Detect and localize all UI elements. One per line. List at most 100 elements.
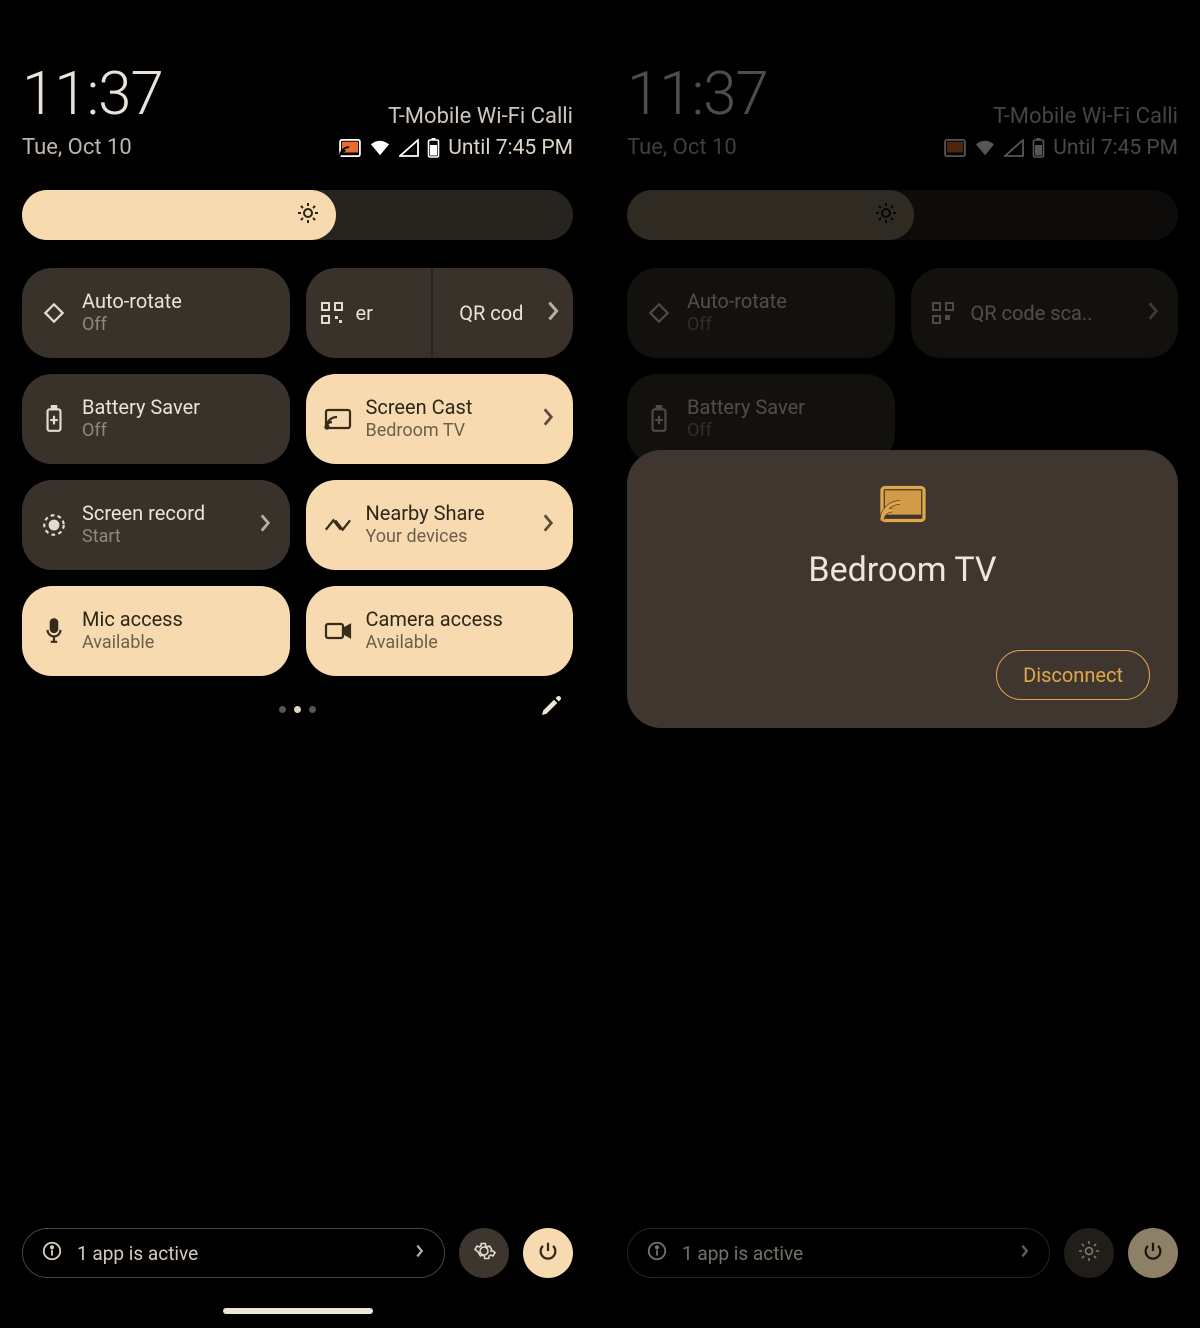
- cast-status-icon: [944, 139, 966, 157]
- qr-icon: [318, 299, 346, 327]
- tile-label: Auto-rotate: [687, 289, 787, 314]
- date-label: Tue, Oct 10: [627, 135, 737, 160]
- tile-label: Mic access: [82, 607, 183, 632]
- cast-dialog: Bedroom TV Disconnect: [627, 450, 1178, 728]
- record-icon: [40, 511, 68, 539]
- clock: 11:37: [627, 58, 768, 129]
- edit-tiles-button[interactable]: [539, 694, 563, 722]
- power-button[interactable]: [1128, 1228, 1178, 1278]
- active-apps-label: 1 app is active: [77, 1242, 198, 1265]
- tile-qr-code[interactable]: QR code sca..: [911, 268, 1179, 358]
- tile-label: Screen Cast: [366, 395, 473, 420]
- tile-sub: Off: [687, 420, 805, 443]
- chevron-right-icon[interactable]: [258, 512, 272, 538]
- active-apps-pill[interactable]: 1 app is active: [627, 1228, 1050, 1278]
- battery-icon: [427, 138, 440, 158]
- status-icons: Until 7:45 PM: [944, 136, 1178, 160]
- statusbar: 11:37 T-Mobile Wi-Fi Calli Tue, Oct 10 U…: [627, 58, 1178, 160]
- tile-nearby-share[interactable]: Nearby Share Your devices: [306, 480, 574, 570]
- tile-label: QR code sca..: [971, 301, 1093, 326]
- tile-auto-rotate[interactable]: Auto-rotate Off: [627, 268, 895, 358]
- footer: 1 app is active: [627, 1228, 1178, 1278]
- rotate-icon: [645, 299, 673, 327]
- brightness-slider[interactable]: [627, 190, 1178, 240]
- footer: 1 app is active: [22, 1228, 573, 1278]
- tile-label: Battery Saver: [82, 395, 200, 420]
- chevron-right-icon: [414, 1242, 426, 1265]
- carrier-label: T-Mobile Wi-Fi Calli: [993, 104, 1178, 129]
- statusbar: 11:37 T-Mobile Wi-Fi Calli Tue, Oct 10 U…: [22, 58, 573, 160]
- tile-sub: Off: [687, 314, 787, 337]
- tile-mic-access[interactable]: Mic access Available: [22, 586, 290, 676]
- power-icon: [1142, 1240, 1164, 1266]
- cast-active-icon: [879, 484, 927, 528]
- pager-row: [22, 694, 573, 724]
- tile-label: Camera access: [366, 607, 503, 632]
- wifi-icon: [369, 139, 391, 157]
- battery-plus-icon: [40, 405, 68, 433]
- tile-label: Battery Saver: [687, 395, 805, 420]
- rotate-icon: [40, 299, 68, 327]
- mic-icon: [40, 617, 68, 645]
- chevron-right-icon: [1019, 1242, 1031, 1265]
- brightness-icon: [296, 201, 320, 229]
- qr-part-a: er: [356, 301, 373, 325]
- phone-left: 11:37 T-Mobile Wi-Fi Calli Tue, Oct 10 U…: [0, 0, 595, 1328]
- tile-sub: Off: [82, 420, 200, 443]
- tile-sub: Your devices: [366, 526, 485, 549]
- tile-sub: Available: [366, 632, 503, 655]
- active-apps-label: 1 app is active: [682, 1242, 803, 1265]
- tile-auto-rotate[interactable]: Auto-rotate Off: [22, 268, 290, 358]
- chevron-right-icon[interactable]: [545, 299, 561, 327]
- wifi-icon: [974, 139, 996, 157]
- battery-icon: [1032, 138, 1045, 158]
- home-indicator[interactable]: [223, 1308, 373, 1314]
- brightness-slider[interactable]: [22, 190, 573, 240]
- active-apps-pill[interactable]: 1 app is active: [22, 1228, 445, 1278]
- tile-battery-saver[interactable]: Battery Saver Off: [22, 374, 290, 464]
- nearby-icon: [324, 511, 352, 539]
- tile-label: Nearby Share: [366, 501, 485, 526]
- tile-sub: Available: [82, 632, 183, 655]
- qr-icon: [929, 299, 957, 327]
- power-button[interactable]: [523, 1228, 573, 1278]
- chevron-right-icon[interactable]: [541, 406, 555, 432]
- tile-label: Screen record: [82, 501, 205, 526]
- info-icon: [41, 1240, 63, 1267]
- cast-device-name: Bedroom TV: [808, 550, 996, 590]
- tile-screen-cast[interactable]: Screen Cast Bedroom TV: [306, 374, 574, 464]
- carrier-label: T-Mobile Wi-Fi Calli: [388, 104, 573, 129]
- settings-button[interactable]: [459, 1228, 509, 1278]
- phone-right: 11:37 T-Mobile Wi-Fi Calli Tue, Oct 10 U…: [605, 0, 1200, 1328]
- battery-until: Until 7:45 PM: [1053, 136, 1178, 160]
- qs-tiles: Auto-rotate Off QR code sca.. Battery Sa…: [627, 268, 1178, 464]
- battery-until: Until 7:45 PM: [448, 136, 573, 160]
- tile-sub: Bedroom TV: [366, 420, 473, 443]
- status-icons: Until 7:45 PM: [339, 136, 573, 160]
- disconnect-button[interactable]: Disconnect: [996, 650, 1150, 700]
- tile-camera-access[interactable]: Camera access Available: [306, 586, 574, 676]
- tile-screen-record[interactable]: Screen record Start: [22, 480, 290, 570]
- qs-tiles: Auto-rotate Off er QR cod Battery Saver …: [22, 268, 573, 676]
- cast-status-icon: [339, 139, 361, 157]
- gear-icon: [472, 1239, 496, 1267]
- date-label: Tue, Oct 10: [22, 135, 132, 160]
- power-icon: [537, 1240, 559, 1266]
- clock: 11:37: [22, 58, 163, 129]
- camera-icon: [324, 617, 352, 645]
- tile-qr-code[interactable]: er QR cod: [306, 268, 574, 358]
- info-icon: [646, 1240, 668, 1267]
- cast-icon: [324, 405, 352, 433]
- settings-button[interactable]: [1064, 1228, 1114, 1278]
- chevron-right-icon[interactable]: [541, 512, 555, 538]
- qr-part-b: QR cod: [459, 301, 523, 325]
- tile-sub: Off: [82, 314, 182, 337]
- battery-plus-icon: [645, 405, 673, 433]
- gear-icon: [1077, 1239, 1101, 1267]
- signal-icon: [399, 139, 419, 157]
- signal-icon: [1004, 139, 1024, 157]
- tile-label: Auto-rotate: [82, 289, 182, 314]
- tile-sub: Start: [82, 526, 205, 549]
- brightness-icon: [874, 201, 898, 229]
- chevron-right-icon[interactable]: [1146, 300, 1160, 326]
